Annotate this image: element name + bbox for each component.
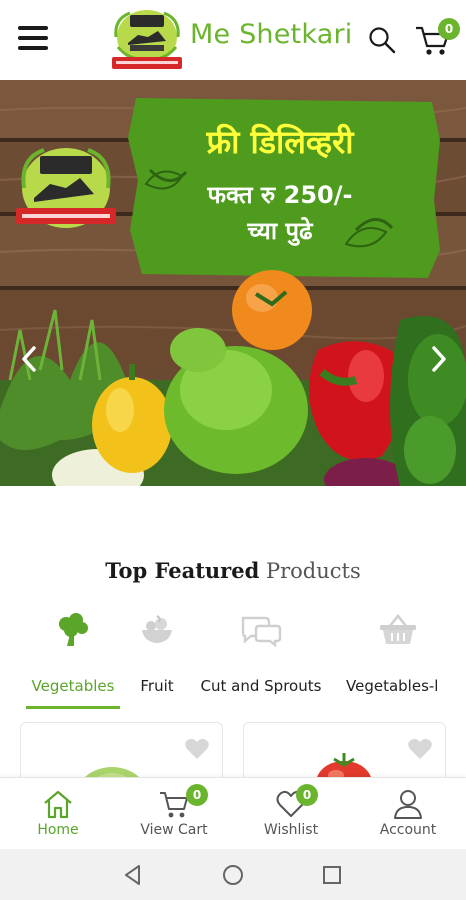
- category-label: Fruit: [140, 677, 174, 695]
- nav-label: Account: [379, 822, 437, 838]
- chevron-right-icon[interactable]: [426, 342, 452, 376]
- app-header: Me Shetkari 0: [0, 0, 466, 80]
- category-label: Vegetables-l: [346, 677, 439, 695]
- promo-price-line: फक्त रु 250/-: [207, 181, 353, 209]
- promo-condition-line: च्या पुढे: [247, 217, 313, 245]
- bottom-navigation: Home 0 View Cart 0 Wishlist Account: [0, 777, 466, 849]
- section-title: Top Featured Products: [0, 558, 466, 583]
- me-shetkari-logo: [112, 10, 182, 69]
- wishlist-heart-icon[interactable]: [407, 737, 433, 761]
- user-icon: [394, 790, 422, 819]
- hamburger-menu-icon[interactable]: [18, 26, 48, 54]
- active-tab-indicator: [26, 706, 120, 709]
- home-icon: [44, 790, 72, 819]
- basket-icon: [380, 613, 416, 644]
- nav-view-cart[interactable]: 0 View Cart: [116, 778, 232, 850]
- category-tab-cut-and-sprouts[interactable]: Cut and Sprouts: [194, 612, 328, 712]
- nav-account[interactable]: Account: [350, 778, 466, 850]
- broccoli-icon: [59, 613, 88, 646]
- back-triangle-icon[interactable]: [121, 863, 145, 887]
- recents-square-icon[interactable]: [320, 863, 344, 887]
- nav-label: Wishlist: [263, 822, 319, 838]
- chevron-left-icon[interactable]: [16, 342, 42, 376]
- nav-wishlist[interactable]: 0 Wishlist: [233, 778, 349, 850]
- category-tab-fruit[interactable]: Fruit: [136, 612, 178, 712]
- system-navigation-bar: [0, 849, 466, 900]
- promo-banner-carousel[interactable]: फ्री डिलिव्हरी फक्त रु 250/- च्या पुढे: [0, 80, 466, 486]
- promo-title: फ्री डिलिव्हरी: [206, 123, 354, 161]
- category-label: Cut and Sprouts: [200, 677, 322, 695]
- wishlist-heart-icon[interactable]: [184, 737, 210, 761]
- brand-name: Me Shetkari: [190, 19, 353, 50]
- promo-text-panel: फ्री डिलिव्हरी फक्त रु 250/- च्या पुढे: [132, 100, 428, 276]
- nav-label: View Cart: [140, 822, 208, 838]
- search-icon[interactable]: [368, 26, 396, 54]
- category-label: Vegetables: [31, 677, 115, 695]
- cart-count-badge: 0: [186, 784, 208, 806]
- wishlist-count-badge: 0: [296, 784, 318, 806]
- category-tab-vegetables-2[interactable]: Vegetables-l: [346, 612, 450, 712]
- nav-home[interactable]: Home: [0, 778, 116, 850]
- fruit-bowl-icon: [142, 615, 172, 643]
- category-tab-vegetables[interactable]: Vegetables: [26, 612, 120, 712]
- section-title-light: Products: [259, 559, 361, 583]
- section-title-strong: Top Featured: [105, 558, 260, 583]
- cart-count-badge: 0: [438, 18, 460, 40]
- home-circle-icon[interactable]: [221, 863, 245, 887]
- chat-bubbles-icon: [241, 616, 282, 648]
- nav-label: Home: [37, 822, 79, 838]
